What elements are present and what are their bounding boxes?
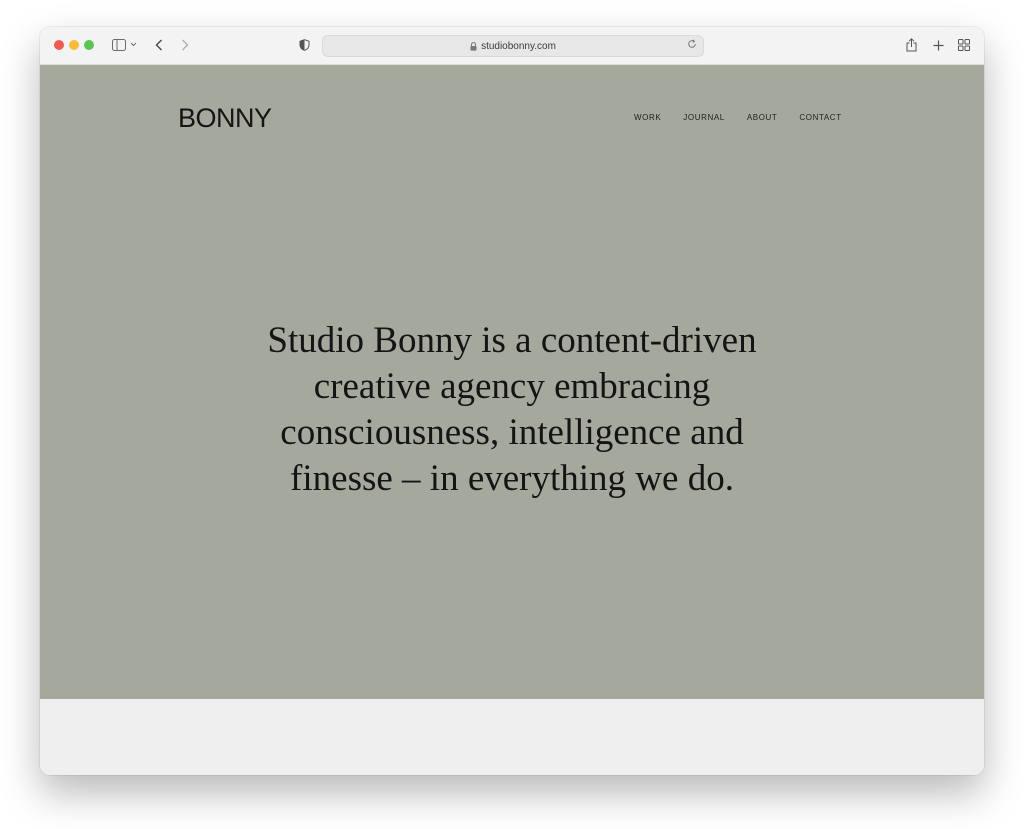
close-window-button[interactable]	[54, 40, 64, 50]
chevron-right-icon[interactable]	[178, 36, 192, 54]
website-page: BONNY WORK JOURNAL ABOUT CONTACT Studio …	[40, 65, 984, 699]
chevron-left-icon[interactable]	[152, 36, 166, 54]
nav-link-journal[interactable]: JOURNAL	[683, 113, 725, 122]
nav-link-work[interactable]: WORK	[634, 113, 661, 122]
url-text: studiobonny.com	[481, 40, 556, 52]
share-icon[interactable]	[904, 36, 918, 54]
tab-overview-icon[interactable]	[957, 36, 971, 54]
hero-line: consciousness, intelligence and	[280, 412, 744, 453]
nav-link-about[interactable]: ABOUT	[747, 113, 778, 122]
maximize-window-button[interactable]	[84, 40, 94, 50]
hero-line: Studio Bonny is a content-driven	[267, 320, 757, 361]
browser-window: studiobonny.com BONNY WORK JOURNAL ABOUT…	[40, 27, 984, 775]
shield-icon[interactable]	[297, 36, 311, 54]
below-fold-section	[40, 699, 984, 775]
address-bar[interactable]: studiobonny.com	[322, 35, 704, 57]
lock-icon	[470, 41, 477, 51]
hero-statement: Studio Bonny is a content-driven creativ…	[160, 318, 864, 502]
reload-icon[interactable]	[687, 39, 697, 49]
main-navigation: WORK JOURNAL ABOUT CONTACT	[634, 113, 842, 122]
nav-link-contact[interactable]: CONTACT	[799, 113, 841, 122]
minimize-window-button[interactable]	[69, 40, 79, 50]
site-logo[interactable]: BONNY	[178, 103, 272, 134]
hero-line: creative agency embracing	[313, 366, 711, 407]
hero-line: finesse – in everything we do.	[290, 458, 734, 499]
sidebar-icon[interactable]	[110, 36, 138, 54]
browser-toolbar: studiobonny.com	[40, 27, 984, 65]
plus-icon[interactable]	[931, 36, 945, 54]
